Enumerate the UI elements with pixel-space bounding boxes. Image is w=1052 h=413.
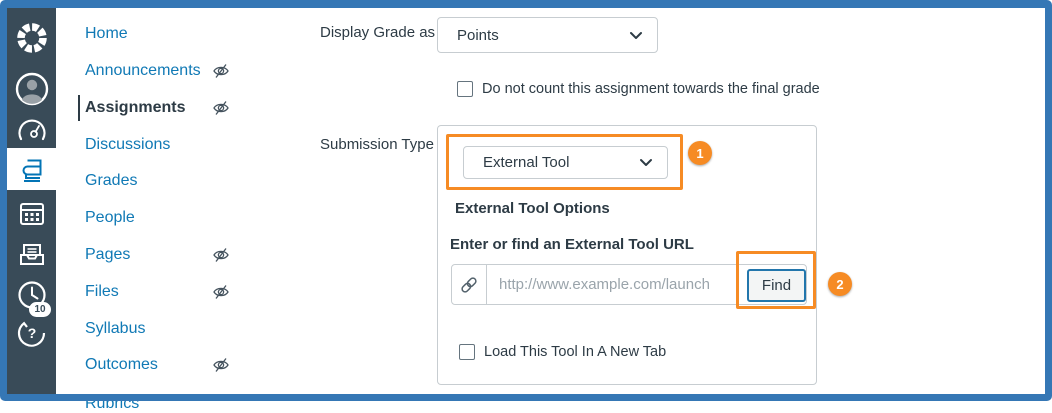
new-tab-checkbox-label: Load This Tool In A New Tab xyxy=(484,344,666,360)
new-tab-checkbox-row: Load This Tool In A New Tab xyxy=(459,344,666,360)
final-grade-checkbox-label: Do not count this assignment towards the… xyxy=(482,81,820,97)
chevron-down-icon xyxy=(639,158,653,167)
courses-book-icon xyxy=(7,156,56,184)
final-grade-checkbox-row: Do not count this assignment towards the… xyxy=(457,81,820,97)
annotation-step-2-badge: 2 xyxy=(828,272,852,296)
find-button[interactable]: Find xyxy=(747,269,806,302)
sidebar-item-home[interactable]: Home xyxy=(85,21,128,47)
external-tool-options-heading: External Tool Options xyxy=(455,200,610,217)
submission-type-select[interactable]: External Tool xyxy=(463,146,668,179)
annotation-step-1-badge: 1 xyxy=(688,141,712,165)
sidebar-item-pages[interactable]: Pages xyxy=(85,242,130,268)
eye-slash-icon-pages xyxy=(212,246,230,264)
canvas-logo[interactable] xyxy=(7,20,56,56)
sidebar-item-calendar[interactable] xyxy=(7,199,56,227)
link-icon-cell xyxy=(452,265,487,304)
course-nav: Home Announcements Assignments Discussio… xyxy=(56,8,311,394)
account-avatar-icon xyxy=(15,72,49,106)
help-unread-badge: 10 xyxy=(29,302,51,317)
sidebar-item-assignments[interactable]: Assignments xyxy=(78,95,185,121)
external-tool-url-heading: Enter or find an External Tool URL xyxy=(450,236,694,253)
chevron-down-icon xyxy=(629,31,643,40)
submission-type-label: Submission Type xyxy=(320,136,434,153)
assignment-settings-panel: Display Grade as Points Do not count thi… xyxy=(311,8,1045,394)
final-grade-checkbox[interactable] xyxy=(457,81,473,97)
eye-slash-icon-assignments xyxy=(212,99,230,117)
link-icon xyxy=(459,275,479,295)
eye-slash-icon-files xyxy=(212,283,230,301)
sidebar-item-grades[interactable]: Grades xyxy=(85,168,137,194)
eye-slash-icon-announcements xyxy=(212,62,230,80)
sidebar-item-announcements[interactable]: Announcements xyxy=(85,58,201,84)
sidebar-item-syllabus[interactable]: Syllabus xyxy=(85,316,145,342)
submission-type-value: External Tool xyxy=(483,154,569,171)
new-tab-checkbox[interactable] xyxy=(459,344,475,360)
sidebar-item-dashboard[interactable] xyxy=(7,117,56,143)
inbox-icon xyxy=(18,241,46,269)
sidebar-item-discussions[interactable]: Discussions xyxy=(85,132,170,158)
sidebar-item-outcomes[interactable]: Outcomes xyxy=(85,352,158,378)
sidebar-item-help[interactable]: ? xyxy=(7,318,56,348)
sidebar-item-account[interactable] xyxy=(7,72,56,106)
display-grade-value: Points xyxy=(457,27,499,44)
sidebar-item-people[interactable]: People xyxy=(85,205,135,231)
global-nav-sidebar: ? 10 xyxy=(7,8,56,394)
sidebar-item-courses-active-tile[interactable] xyxy=(7,148,56,190)
calendar-icon xyxy=(18,199,46,227)
dashboard-gauge-icon xyxy=(17,117,47,143)
sidebar-item-files[interactable]: Files xyxy=(85,279,119,305)
svg-text:?: ? xyxy=(27,325,36,341)
canvas-logo-icon xyxy=(14,20,50,56)
eye-slash-icon-outcomes xyxy=(212,356,230,374)
sidebar-item-rubrics-clipped[interactable]: Rubrics xyxy=(85,395,139,413)
sidebar-item-inbox[interactable] xyxy=(7,241,56,269)
display-grade-select[interactable]: Points xyxy=(437,17,658,53)
display-grade-label: Display Grade as xyxy=(320,24,435,41)
help-question-icon: ? xyxy=(17,318,47,348)
